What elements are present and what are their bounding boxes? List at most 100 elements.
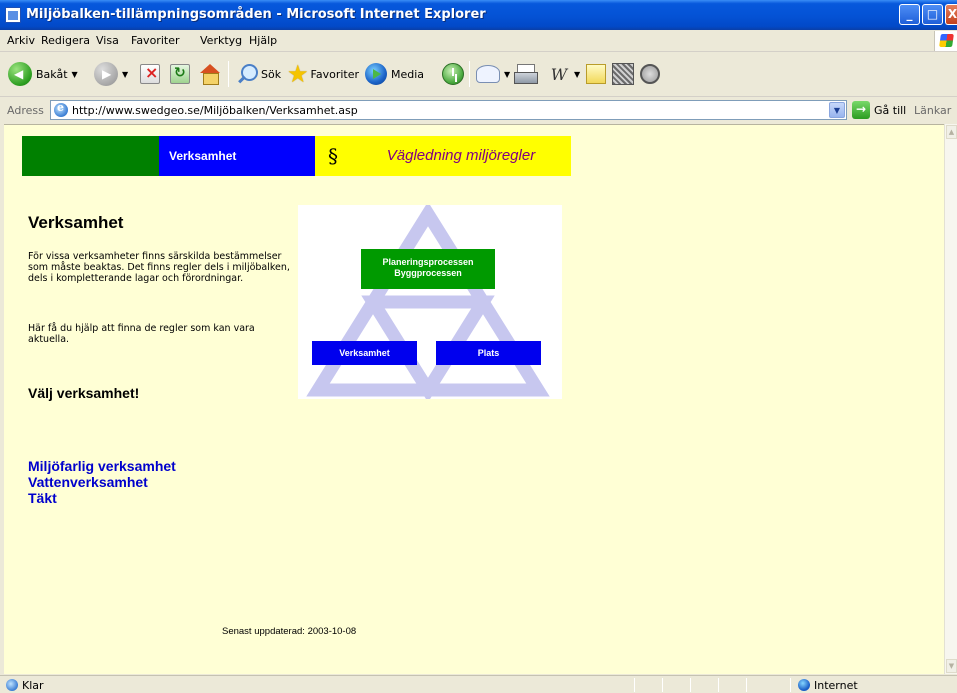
back-arrow-icon: ◀ (8, 62, 32, 86)
menu-visa[interactable]: Visa (96, 34, 119, 47)
security-zone-label: Internet (814, 679, 858, 692)
home-button[interactable] (199, 59, 221, 89)
status-separator (790, 678, 791, 692)
globe-button[interactable] (640, 59, 660, 89)
word-icon: W (550, 64, 568, 84)
menu-hjalp[interactable]: Hjälp (249, 34, 277, 47)
verksamhet-box[interactable]: Verksamhet (312, 341, 417, 365)
page-heading: Verksamhet (28, 213, 124, 232)
search-button[interactable]: Sök (236, 59, 281, 89)
search-label: Sök (261, 67, 282, 81)
link-vattenverksamhet[interactable]: Vattenverksamhet (28, 474, 176, 490)
mail-dropdown-icon[interactable]: ▼ (504, 70, 510, 79)
star-icon: ★ (287, 60, 309, 88)
header-section-block: Verksamhet (159, 136, 315, 176)
windows-logo-icon (934, 31, 957, 51)
scroll-up-icon[interactable]: ▲ (946, 125, 957, 139)
minimize-button[interactable]: _ (899, 4, 920, 25)
choose-heading: Välj verksamhet! (28, 385, 140, 401)
header-site-title: Vägledning miljöregler (351, 136, 571, 176)
menu-verktyg[interactable]: Verktyg (200, 34, 242, 47)
refresh-icon (170, 64, 190, 84)
history-button[interactable] (442, 59, 464, 89)
history-icon (442, 63, 464, 85)
paragraph-symbol-link[interactable]: § (315, 136, 351, 176)
scroll-down-icon[interactable]: ▼ (946, 659, 957, 673)
back-button[interactable]: ◀ Bakåt ▼ (8, 59, 78, 89)
note-icon (586, 64, 606, 84)
status-separator (718, 678, 719, 692)
status-text: Klar (22, 679, 44, 692)
address-label: Adress (7, 104, 44, 117)
status-separator (634, 678, 635, 692)
menu-arkiv[interactable]: Arkiv (7, 34, 35, 47)
toolbar-separator (228, 61, 229, 87)
media-button[interactable]: Media (365, 59, 424, 89)
help-paragraph: Här få du hjälp att finna de regler som … (28, 323, 255, 345)
back-dropdown-icon[interactable]: ▼ (72, 70, 78, 79)
vertical-scrollbar[interactable]: ▲ ▼ (944, 124, 957, 674)
status-separator (690, 678, 691, 692)
activity-links: Miljöfarlig verksamhet Vattenverksamhet … (28, 458, 176, 506)
planning-process-box[interactable]: Planeringsprocessen Byggprocessen (361, 249, 495, 289)
favorites-label: Favoriter (310, 67, 359, 81)
status-page-icon (6, 679, 18, 691)
links-toolbar-label[interactable]: Länkar (914, 104, 951, 117)
menu-favoriter[interactable]: Favoriter (131, 34, 179, 47)
address-url[interactable]: http://www.swedgeo.se/Miljöbalken/Verksa… (72, 104, 358, 117)
go-button[interactable]: → Gå till (852, 101, 906, 119)
print-icon (514, 64, 538, 84)
intro-paragraph: För vissa verksamheter finns särskilda b… (28, 251, 290, 284)
forward-arrow-icon: ▶ (94, 62, 118, 86)
media-label: Media (391, 67, 425, 81)
forward-dropdown-icon[interactable]: ▼ (122, 70, 128, 79)
favorites-button[interactable]: ★ Favoriter (287, 59, 359, 89)
link-miljofarlig-verksamhet[interactable]: Miljöfarlig verksamhet (28, 458, 176, 474)
globe-icon (640, 64, 660, 84)
print-button[interactable] (514, 59, 538, 89)
home-icon (199, 64, 221, 85)
status-separator (662, 678, 663, 692)
window-title: Miljöbalken-tillämpningsområden - Micros… (26, 7, 486, 22)
forward-button[interactable]: ▶ ▼ (94, 59, 128, 89)
title-bar: Miljöbalken-tillämpningsområden - Micros… (0, 0, 957, 30)
stop-button[interactable] (140, 59, 160, 89)
research-icon (612, 63, 634, 85)
process-diagram: Planeringsprocessen Byggprocessen Verksa… (298, 205, 562, 399)
back-label: Bakåt (36, 67, 68, 81)
research-button[interactable] (612, 59, 634, 89)
address-input[interactable]: http://www.swedgeo.se/Miljöbalken/Verksa… (50, 100, 847, 120)
link-takt[interactable]: Täkt (28, 490, 176, 506)
building-process-label: Byggprocessen (394, 268, 462, 278)
edit-dropdown-icon[interactable]: ▼ (574, 70, 580, 79)
edit-word-button[interactable]: W ▼ (548, 59, 580, 89)
toolbar-separator (469, 61, 470, 87)
planning-process-label: Planeringsprocessen (382, 257, 474, 267)
internet-zone-icon (798, 679, 810, 691)
status-separator (746, 678, 747, 692)
mail-button[interactable]: ▼ (476, 59, 510, 89)
status-bar: Klar Internet (0, 675, 957, 693)
header-section-label: Verksamhet (169, 149, 237, 163)
ie-window-icon[interactable] (5, 7, 21, 23)
address-dropdown-icon[interactable]: ▼ (829, 102, 845, 118)
close-button[interactable]: X (945, 4, 957, 25)
page-content: Verksamhet § Vägledning miljöregler Verk… (4, 124, 944, 674)
search-icon (236, 63, 258, 85)
menu-redigera[interactable]: Redigera (41, 34, 90, 47)
go-label: Gå till (874, 103, 907, 117)
menu-bar: Arkiv Redigera Visa Favoriter Verktyg Hj… (0, 30, 957, 52)
last-updated: Senast uppdaterad: 2003-10-08 (222, 626, 357, 637)
page-icon (54, 101, 68, 117)
plats-box[interactable]: Plats (436, 341, 541, 365)
standard-toolbar: ◀ Bakåt ▼ ▶ ▼ Sök ★ Favoriter Media ▼ W … (0, 53, 957, 97)
stop-icon (140, 63, 160, 84)
mail-icon (476, 65, 500, 83)
refresh-button[interactable] (170, 59, 190, 89)
go-arrow-icon: → (852, 101, 870, 119)
header-green-block (22, 136, 159, 176)
note-button[interactable] (586, 59, 606, 89)
address-bar: Adress http://www.swedgeo.se/Miljöbalken… (0, 98, 957, 123)
maximize-button[interactable]: □ (922, 4, 943, 25)
media-icon (365, 63, 387, 85)
